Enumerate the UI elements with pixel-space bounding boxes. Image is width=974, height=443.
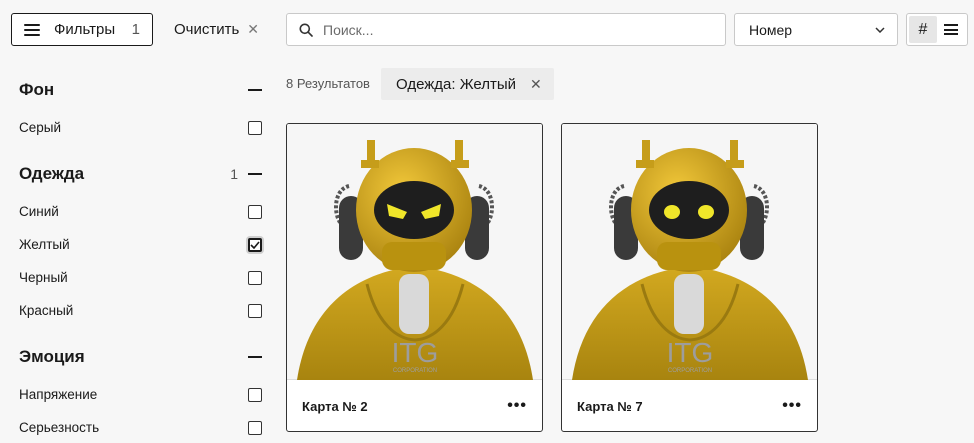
- section-title: Фон: [19, 80, 55, 99]
- filters-button[interactable]: Фильтры 1: [11, 13, 153, 46]
- section-background-header[interactable]: Фон: [19, 80, 262, 100]
- card-footer: Карта № 7 •••: [562, 381, 817, 431]
- sort-value: Номер: [749, 21, 793, 38]
- results-count: 8 Результатов: [286, 76, 370, 91]
- grid-view-button[interactable]: #: [909, 16, 937, 43]
- card-logo-subtext: CORPORATION: [668, 368, 712, 374]
- search-input[interactable]: [323, 21, 703, 38]
- section-emotion-header[interactable]: Эмоция: [19, 347, 262, 367]
- section-title: Эмоция: [19, 347, 85, 366]
- card-title: Карта № 7: [577, 398, 643, 414]
- filter-option[interactable]: Серый: [19, 120, 262, 135]
- checkbox[interactable]: [248, 303, 262, 318]
- checkmark-icon: [250, 240, 260, 249]
- card-logo-text: ITG: [392, 337, 439, 368]
- sort-select[interactable]: Номер: [734, 13, 898, 46]
- search-box[interactable]: [286, 13, 726, 46]
- more-icon[interactable]: •••: [782, 397, 802, 415]
- nft-card[interactable]: ITG CORPORATION Карта № 2 •••: [286, 123, 543, 432]
- robot-avatar-image: ITG CORPORATION: [297, 140, 533, 380]
- more-icon[interactable]: •••: [507, 397, 527, 415]
- section-count: 1: [230, 166, 238, 182]
- menu-icon: [24, 23, 40, 36]
- checkbox[interactable]: [248, 120, 262, 135]
- filters-label: Фильтры: [54, 21, 116, 38]
- checkbox[interactable]: [248, 204, 262, 219]
- collapse-icon[interactable]: [248, 356, 262, 358]
- list-icon: [944, 24, 958, 35]
- filter-option[interactable]: Синий: [19, 204, 262, 219]
- filter-option[interactable]: Красный: [19, 303, 262, 318]
- card-logo-subtext: CORPORATION: [393, 368, 437, 374]
- option-label: Серый: [19, 120, 62, 135]
- active-filter-chip[interactable]: Одежда: Желтый ✕: [381, 68, 554, 100]
- card-image[interactable]: ITG CORPORATION: [562, 124, 817, 380]
- close-icon: ✕: [247, 21, 260, 37]
- card-image[interactable]: ITG CORPORATION: [287, 124, 542, 380]
- card-footer: Карта № 2 •••: [287, 381, 542, 431]
- view-toggle: #: [906, 13, 968, 46]
- filters-count: 1: [131, 21, 140, 38]
- close-icon[interactable]: ✕: [530, 76, 542, 93]
- card-logo-text: ITG: [667, 337, 714, 368]
- filter-option[interactable]: Серьезность: [19, 420, 262, 435]
- card-title: Карта № 2: [302, 398, 368, 414]
- list-view-button[interactable]: [937, 16, 965, 43]
- nft-card[interactable]: ITG CORPORATION Карта № 7 •••: [561, 123, 818, 432]
- collapse-icon[interactable]: [248, 89, 262, 91]
- option-label: Желтый: [19, 237, 70, 252]
- chip-label: Одежда: Желтый: [396, 75, 517, 93]
- option-label: Синий: [19, 204, 59, 219]
- filter-option[interactable]: Напряжение: [19, 387, 262, 402]
- search-icon: [299, 23, 313, 37]
- chevron-down-icon: [875, 26, 885, 33]
- grid-icon: #: [918, 20, 928, 38]
- robot-avatar-image: ITG CORPORATION: [572, 140, 808, 380]
- filter-option[interactable]: Черный: [19, 270, 262, 285]
- filter-option[interactable]: Желтый: [19, 237, 262, 252]
- section-title: Одежда: [19, 164, 85, 183]
- checkbox[interactable]: [248, 270, 262, 285]
- option-label: Напряжение: [19, 387, 98, 402]
- option-label: Серьезность: [19, 420, 100, 435]
- clear-filters-button[interactable]: Очистить ✕: [174, 13, 259, 46]
- option-label: Черный: [19, 270, 68, 285]
- collapse-icon[interactable]: [248, 173, 262, 175]
- checkbox[interactable]: [248, 420, 262, 435]
- clear-label: Очистить: [174, 21, 240, 38]
- option-label: Красный: [19, 303, 74, 318]
- section-clothing-header[interactable]: Одежда 1: [19, 164, 262, 184]
- checkbox-checked[interactable]: [248, 237, 262, 252]
- checkbox[interactable]: [248, 387, 262, 402]
